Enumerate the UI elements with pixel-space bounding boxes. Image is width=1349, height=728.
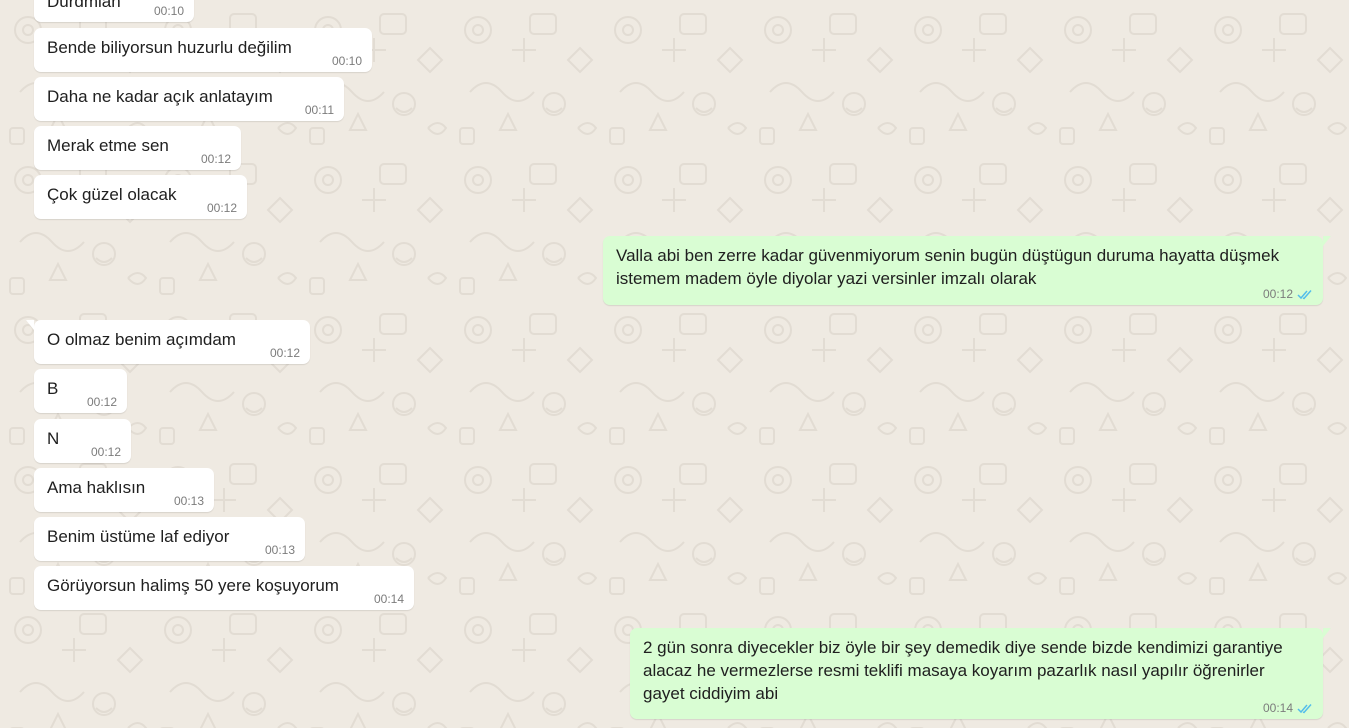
message-time: 00:12 bbox=[200, 152, 231, 166]
message-time: 00:12 bbox=[86, 395, 117, 409]
double-check-read-icon bbox=[1297, 289, 1312, 299]
incoming-message[interactable]: Bende biliyorsun huzurlu değilim 00:10 bbox=[34, 28, 372, 72]
message-time: 00:10 bbox=[153, 4, 184, 18]
message-text: Bende biliyorsun huzurlu değilim bbox=[47, 38, 292, 57]
incoming-message[interactable]: Görüyorsun halimş 50 yere koşuyorum 00:1… bbox=[34, 566, 414, 610]
message-time: 00:14 bbox=[1263, 702, 1313, 714]
message-text: Görüyorsun halimş 50 yere koşuyorum bbox=[47, 576, 339, 595]
message-time: 00:11 bbox=[304, 103, 334, 117]
incoming-message[interactable]: N 00:12 bbox=[34, 419, 131, 463]
message-time: 00:12 bbox=[1263, 288, 1313, 300]
outgoing-message[interactable]: 2 gün sonra diyecekler biz öyle bir şey … bbox=[630, 628, 1331, 719]
double-check-read-icon bbox=[1297, 703, 1312, 713]
message-text: Daha ne kadar açık anlatayım bbox=[47, 87, 273, 106]
message-text: Benim üstüme laf ediyor bbox=[47, 527, 230, 546]
incoming-message[interactable]: Ama haklısın 00:13 bbox=[34, 468, 214, 512]
message-text-line: Valla abi ben zerre kadar güvenmiyorum s… bbox=[616, 246, 1280, 265]
outgoing-message[interactable]: Valla abi ben zerre kadar güvenmiyorum s… bbox=[603, 236, 1331, 305]
message-time: 00:12 bbox=[90, 445, 121, 459]
incoming-message[interactable]: Daha ne kadar açık anlatayım 00:11 bbox=[34, 77, 344, 121]
message-time: 00:12 bbox=[269, 346, 300, 360]
incoming-message[interactable]: Merak etme sen 00:12 bbox=[34, 126, 241, 170]
message-time: 00:13 bbox=[173, 494, 204, 508]
incoming-message[interactable]: O olmaz benim açımdam 00:12 bbox=[26, 320, 310, 364]
incoming-message[interactable]: B 00:12 bbox=[34, 369, 127, 413]
message-text: O olmaz benim açımdam bbox=[47, 330, 236, 349]
message-time: 00:12 bbox=[206, 201, 237, 215]
message-text-line: 2 gün sonra diyecekler biz öyle bir şey … bbox=[643, 638, 1283, 657]
message-text-line: istemem madem öyle diyolar yazi versinle… bbox=[616, 269, 1037, 288]
incoming-message[interactable]: Durdmlah 00:10 bbox=[34, 0, 194, 22]
message-time: 00:13 bbox=[264, 543, 295, 557]
incoming-message[interactable]: Benim üstüme laf ediyor 00:13 bbox=[34, 517, 305, 561]
message-time: 00:10 bbox=[331, 54, 362, 68]
message-text-line: alacaz he vermezlerse resmi teklifi masa… bbox=[643, 661, 1265, 680]
message-text-line: gayet ciddiyim abi bbox=[643, 684, 779, 703]
message-time: 00:14 bbox=[373, 592, 404, 606]
incoming-message[interactable]: Çok güzel olacak 00:12 bbox=[34, 175, 247, 219]
